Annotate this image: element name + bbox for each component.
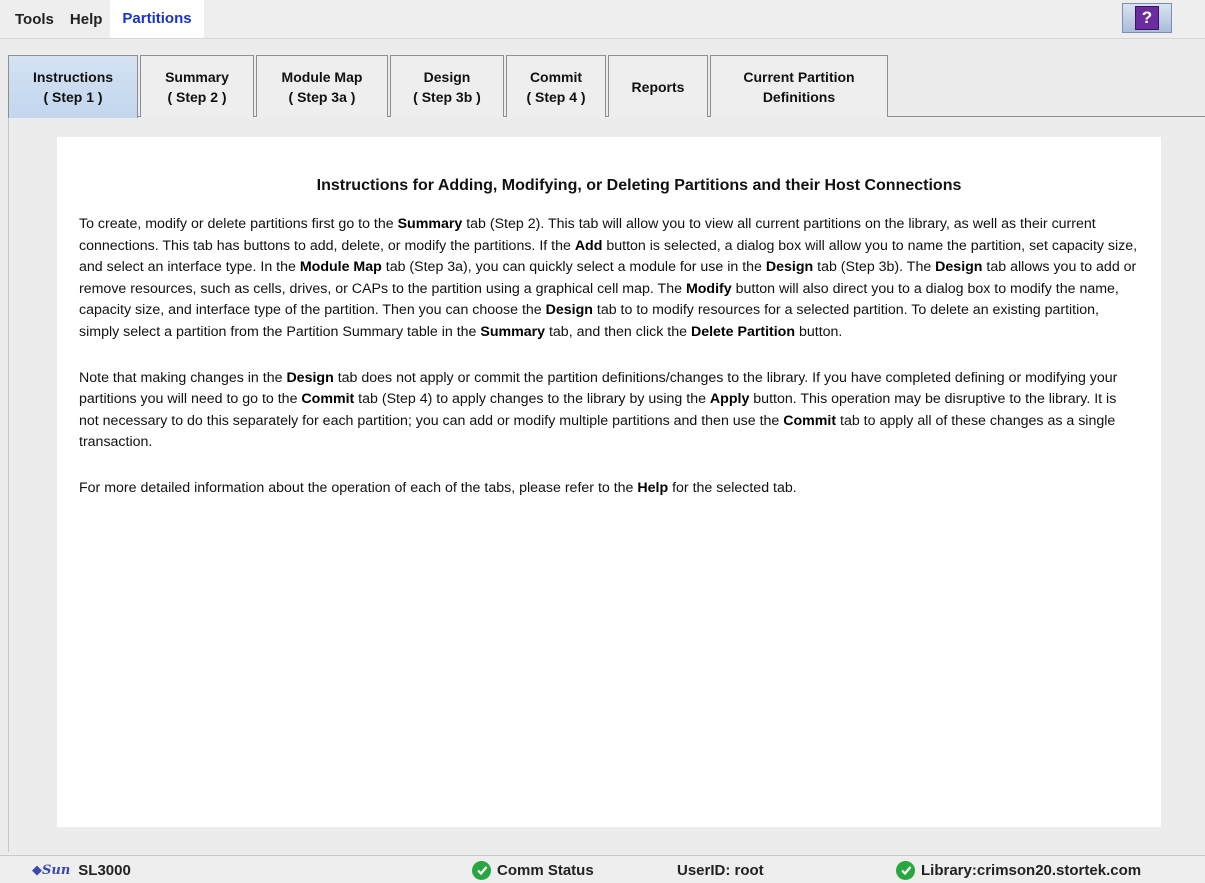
instructions-paragraph-2: Note that making changes in the Design t… (79, 368, 1139, 454)
tab-sublabel: Definitions (762, 88, 836, 105)
bold-text: Design (545, 302, 593, 319)
library-label: Library:crimson20.stortek.com (921, 861, 1142, 879)
sun-logo: ◆Sun (32, 862, 71, 878)
text: tab, and then click the (545, 323, 691, 340)
text: To create, modify or delete partitions f… (79, 216, 398, 232)
tab-label: Module Map (281, 68, 363, 85)
help-icon: ? (1135, 6, 1159, 30)
tab-sublabel: ( Step 1 ) (43, 89, 103, 105)
tab-bar: Instructions ( Step 1 ) Summary ( Step 2 )… (8, 44, 890, 118)
menu-help[interactable]: Help (62, 11, 111, 28)
tab-label: Design (423, 68, 471, 85)
status-bar: ◆Sun SL3000 Comm Status UserID: root Lib… (0, 855, 1205, 883)
tab-instructions[interactable]: Instructions ( Step 1 ) (8, 55, 138, 118)
tab-reports[interactable]: Reports (608, 55, 708, 117)
tab-label: Instructions (32, 69, 114, 85)
check-icon (472, 860, 491, 880)
instructions-paragraph-1: To create, modify or delete partitions f… (79, 214, 1139, 344)
text: tab (Step 3a), you can quickly select a … (381, 259, 766, 276)
tab-module-map[interactable]: Module Map ( Step 3a ) (256, 55, 388, 117)
tab-sublabel: ( Step 2 ) (167, 88, 227, 105)
tab-current-partition-definitions[interactable]: Current Partition Definitions (710, 55, 888, 117)
bold-text: Summary (480, 323, 546, 340)
tab-label: Current Partition (743, 68, 855, 85)
text: tab (Step 4) to apply changes to the lib… (354, 391, 710, 408)
tab-sublabel: ( Step 3b ) (413, 88, 481, 105)
bold-text: Design (765, 259, 814, 276)
text: tab (Step 3b). The (813, 259, 936, 276)
instructions-paragraph-3: For more detailed information about the … (79, 478, 1139, 500)
text: for the selected tab. (668, 479, 797, 496)
tab-sublabel: ( Step 4 ) (526, 88, 586, 105)
menu-partitions[interactable]: Partitions (110, 0, 204, 38)
bold-text: Modify (685, 280, 732, 297)
tab-label: Summary (165, 68, 229, 85)
logo-text: Sun (42, 862, 71, 878)
bold-text: Apply (709, 391, 750, 408)
page-title: Instructions for Adding, Modifying, or D… (316, 177, 962, 194)
tab-summary[interactable]: Summary ( Step 2 ) (140, 55, 254, 117)
bold-text: Design (935, 259, 983, 276)
text: For more detailed information about the … (79, 479, 638, 496)
library-status: Library:crimson20.stortek.com (896, 859, 1141, 881)
bold-text: Summary (397, 216, 463, 232)
tab-sublabel: ( Step 3a ) (288, 88, 356, 105)
comm-status: Comm Status (472, 859, 594, 881)
tab-design[interactable]: Design ( Step 3b ) (390, 55, 504, 117)
bold-text: Add (574, 237, 603, 254)
model-label: SL3000 (78, 861, 131, 879)
help-button[interactable]: ? (1122, 3, 1172, 33)
menu-bar: Tools Help Partitions ? (0, 0, 1205, 39)
comm-status-label: Comm Status (497, 861, 594, 879)
bold-text: Commit (783, 412, 837, 429)
bold-text: Commit (301, 391, 355, 408)
check-icon (896, 860, 915, 880)
product-info: ◆Sun SL3000 (32, 859, 131, 881)
text: button. (795, 323, 843, 340)
user-id: UserID: root (677, 861, 764, 879)
bold-text: Module Map (299, 259, 382, 276)
tab-label: Commit (529, 68, 583, 85)
bold-text: Delete Partition (690, 323, 796, 340)
tab-label: Reports (631, 78, 685, 95)
text: Note that making changes in the (79, 369, 287, 386)
tab-commit[interactable]: Commit ( Step 4 ) (506, 55, 606, 117)
menu-tools[interactable]: Tools (0, 11, 62, 28)
bold-text: Design (286, 369, 334, 386)
bold-text: Help (637, 479, 669, 496)
instructions-panel: Instructions for Adding, Modifying, or D… (57, 137, 1161, 827)
